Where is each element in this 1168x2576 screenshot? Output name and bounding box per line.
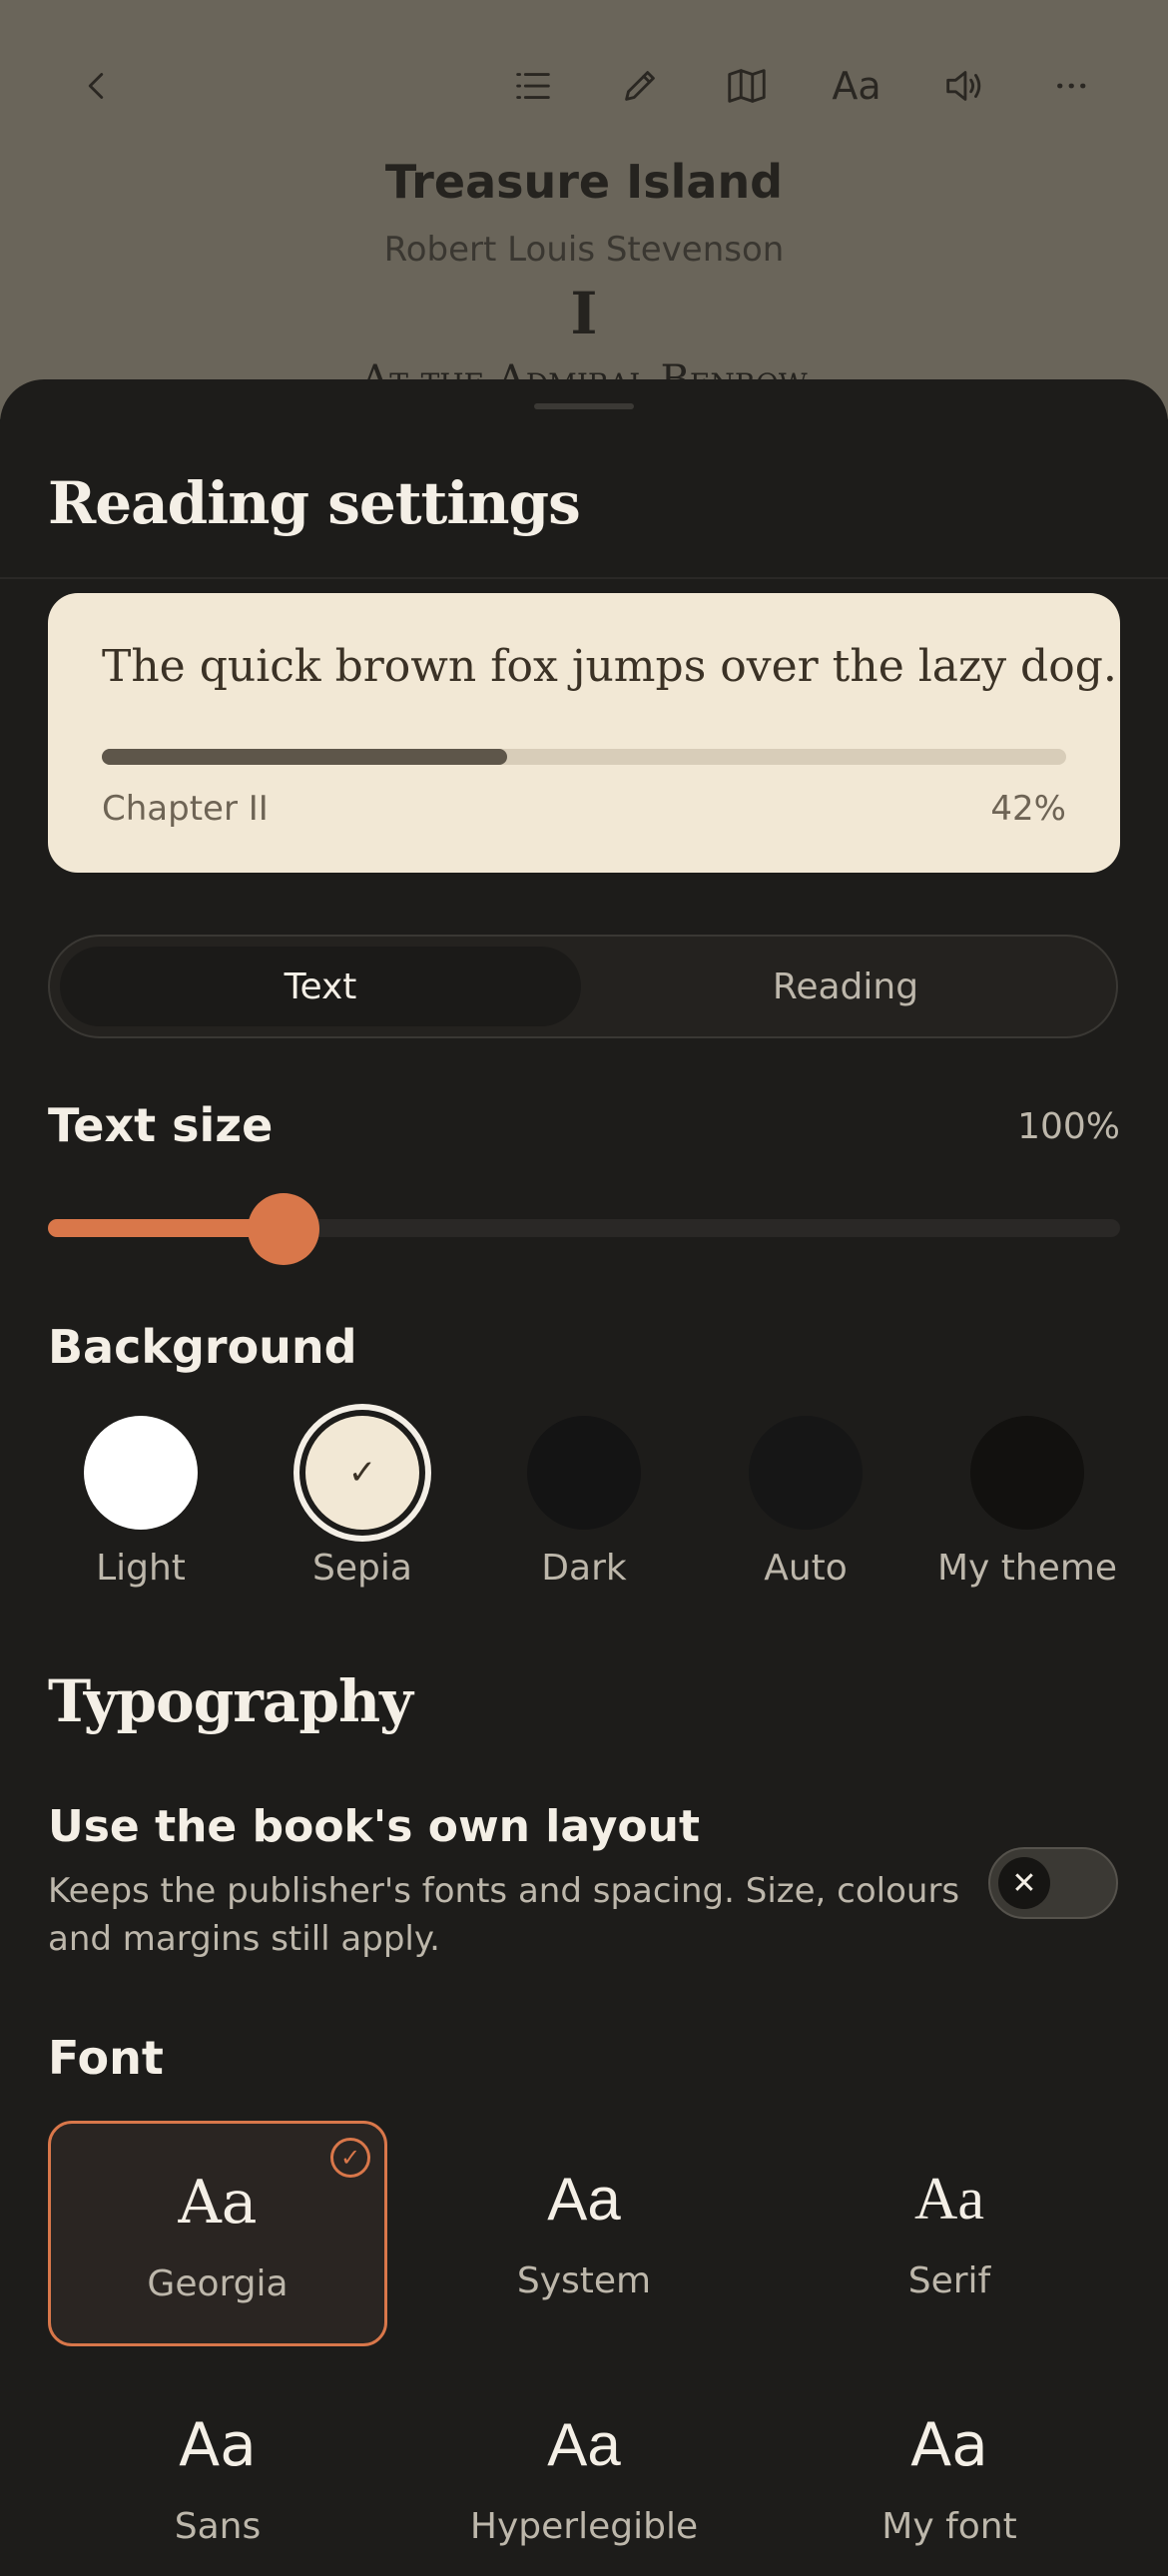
text-size-slider[interactable]: [48, 1219, 1120, 1237]
book-title: Treasure Island: [384, 155, 784, 209]
background-auto-swatch[interactable]: [749, 1416, 863, 1530]
font-option-serif[interactable]: Aa Serif: [780, 2121, 1119, 2346]
reader-page: Aa Treasure Island Robert Louis Stevenso…: [0, 0, 1168, 419]
map-icon: [728, 69, 766, 103]
preview-progress-percent: 42%: [990, 789, 1066, 829]
book-layout-toggle[interactable]: ✕: [988, 1847, 1118, 1919]
book-author: Robert Louis Stevenson: [383, 230, 785, 270]
preview-card: The quick brown fox jumps over the lazy …: [48, 593, 1120, 873]
background-light-label: Light: [96, 1548, 186, 1589]
background-dark-label: Dark: [541, 1548, 627, 1589]
annotate-button[interactable]: [604, 50, 676, 122]
audio-button[interactable]: [927, 50, 999, 122]
font-name: Serif: [907, 2260, 991, 2301]
font-sample: Aa: [910, 2410, 988, 2480]
font-sample: Aa: [547, 2166, 621, 2233]
close-icon: ✕: [1011, 1865, 1037, 1901]
background-sepia-swatch[interactable]: ✓: [305, 1416, 419, 1530]
text-size-label: Text size: [48, 1098, 274, 1152]
background-my-theme-swatch[interactable]: [970, 1416, 1084, 1530]
background-label: Background: [48, 1320, 357, 1374]
font-label: Font: [48, 2031, 164, 2085]
preview-sample-text: The quick brown fox jumps over the lazy …: [102, 641, 1117, 692]
font-option-sans[interactable]: Aa Sans: [48, 2366, 387, 2576]
back-button[interactable]: [60, 50, 132, 122]
chevron-left-icon: [88, 73, 104, 99]
font-name: Georgia: [147, 2263, 289, 2304]
preview-progress-fill: [102, 749, 507, 765]
settings-tabs: Text Reading: [48, 935, 1118, 1038]
reading-settings-sheet: Reading settings The quick brown fox jum…: [0, 379, 1168, 2576]
map-button[interactable]: [711, 50, 783, 122]
speaker-icon: [946, 71, 981, 101]
contents-button[interactable]: [497, 50, 569, 122]
preview-progress-bar: [102, 749, 1066, 765]
background-sepia-label: Sepia: [312, 1548, 412, 1589]
background-my-theme-label: My theme: [936, 1548, 1118, 1589]
font-name: System: [516, 2260, 652, 2301]
sheet-title: Reading settings: [48, 469, 581, 537]
font-sample: Aa: [547, 2411, 621, 2478]
font-option-my-font[interactable]: Aa My font: [780, 2366, 1119, 2576]
text-settings-button[interactable]: Aa: [821, 50, 892, 122]
background-light-swatch[interactable]: [84, 1416, 198, 1530]
font-option-hyperlegible[interactable]: Aa Hyperlegible: [414, 2366, 754, 2576]
tab-reading[interactable]: Reading: [585, 947, 1106, 1026]
font-option-georgia[interactable]: ✓ Aa Georgia: [48, 2121, 387, 2346]
typography-heading: Typography: [48, 1667, 413, 1735]
font-name: My font: [881, 2506, 1017, 2547]
book-layout-title: Use the book's own layout: [48, 1801, 700, 1852]
sheet-divider: [0, 577, 1168, 579]
font-sample: Aa: [914, 2166, 984, 2232]
font-sample: Aa: [179, 2410, 257, 2480]
background-auto-label: Auto: [764, 1548, 848, 1589]
text-settings-label: Aa: [832, 64, 881, 108]
font-sample: Aa: [178, 2168, 258, 2238]
list-icon: [516, 73, 550, 99]
background-dark-swatch[interactable]: [527, 1416, 641, 1530]
font-name: Hyperlegible: [469, 2506, 699, 2547]
more-icon: [1057, 83, 1086, 89]
checkmark-icon: ✓: [347, 1453, 377, 1493]
font-option-system[interactable]: Aa System: [414, 2121, 754, 2346]
text-size-slider-thumb[interactable]: [248, 1193, 320, 1265]
book-layout-description: Keeps the publisher's fonts and spacing.…: [48, 1871, 960, 1959]
more-button[interactable]: [1035, 50, 1107, 122]
chapter-number: I: [570, 280, 598, 347]
toggle-off-knob: ✕: [998, 1857, 1050, 1909]
font-name: Sans: [174, 2506, 262, 2547]
tab-text[interactable]: Text: [60, 947, 581, 1026]
text-size-value: 100%: [1017, 1106, 1120, 1147]
pencil-icon: [625, 71, 655, 101]
sheet-grabber[interactable]: [534, 403, 634, 409]
preview-chapter: Chapter II: [102, 789, 269, 829]
